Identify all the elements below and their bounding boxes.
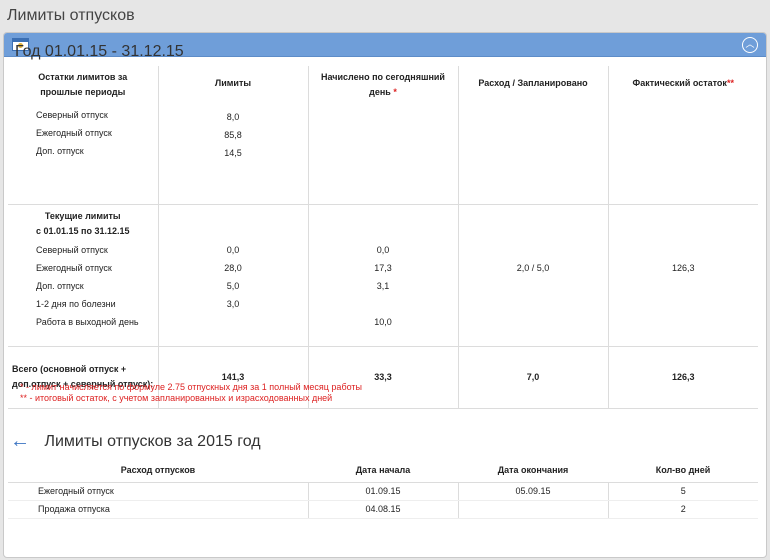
prev-row-limit: 85,8	[224, 130, 242, 140]
footnote-2: ** - итоговый остаток, с учетом запланир…	[20, 393, 333, 403]
header-limits: Лимиты	[214, 78, 252, 88]
current-limits-block: Текущие лимиты с 01.01.15 по 31.12.15 Се…	[8, 204, 759, 347]
vac-days: 2	[608, 500, 758, 519]
header-accrued-text: Начислено по сегодняшний день	[321, 72, 445, 97]
vac-days: 5	[608, 482, 758, 501]
current-row-limit: 3,0	[226, 298, 240, 309]
current-row-accrued: 10,0	[374, 316, 392, 327]
vac-type: Ежегодный отпуск	[8, 482, 309, 501]
current-row-actual	[609, 241, 759, 259]
footnotes: * - лимит начисляется по формуле 2.75 от…	[20, 382, 362, 404]
prev-row-label: Северный отпуск	[36, 110, 108, 120]
section-vacations: ← Лимиты отпусков за 2015 год	[10, 430, 261, 453]
vac-header-type: Расход отпусков	[8, 458, 308, 483]
header-actual-star: **	[726, 78, 734, 88]
current-row-label: Доп. отпуск	[36, 280, 84, 291]
current-row-limit: 28,0	[224, 262, 242, 273]
section-vacations-title: Лимиты отпусков за 2015 год	[44, 433, 261, 450]
year-title: Год 01.01.15 - 31.12.15	[15, 43, 184, 60]
collapse-button[interactable]: ︿	[742, 37, 758, 53]
limits-table: Остатки лимитов за прошлые периоды Север…	[8, 66, 758, 409]
vac-end: 05.09.15	[458, 482, 609, 501]
prev-row-label: Доп. отпуск	[36, 146, 84, 156]
current-row-actual: 126,3	[671, 262, 695, 273]
current-row-label: Ежегодный отпуск	[36, 262, 112, 273]
prev-row-limit: 8,0	[226, 112, 240, 122]
vac-header-end: Дата окончания	[458, 458, 608, 483]
current-row-accrued: 17,3	[374, 262, 392, 273]
vac-header-start: Дата начала	[308, 458, 458, 483]
prev-row-limit: 14,5	[224, 148, 242, 158]
current-row-spent: 2,0 / 5,0	[516, 262, 550, 273]
footnote-1: * - лимит начисляется по формуле 2.75 от…	[20, 382, 362, 392]
vac-end	[458, 500, 609, 519]
total-accrued: 33,3	[374, 372, 392, 382]
table-row: Ежегодный отпуск 01.09.15 05.09.15 5	[8, 482, 758, 501]
total-actual: 126,3	[671, 372, 695, 382]
header-previous-periods: Остатки лимитов за прошлые периоды	[38, 72, 128, 97]
total-label-line1: Всего (основной отпуск +	[12, 364, 127, 374]
current-row-label: Работа в выходной день	[36, 316, 139, 327]
vac-type: Продажа отпуска	[8, 500, 309, 519]
header-accrued-star: *	[393, 87, 397, 97]
current-title-line1: Текущие лимиты	[44, 210, 121, 221]
current-row-accrued	[309, 295, 458, 313]
vac-start: 04.08.15	[308, 500, 459, 519]
current-row-accrued: 3,1	[376, 280, 390, 291]
vacations-header-row: Расход отпусков Дата начала Дата окончан…	[8, 458, 758, 483]
back-arrow-icon[interactable]: ←	[10, 430, 30, 453]
current-row-label: Северный отпуск	[36, 244, 108, 255]
header-spent: Расход / Запланировано	[478, 78, 588, 88]
current-limits-title: Текущие лимиты с 01.01.15 по 31.12.15	[8, 205, 158, 239]
vac-header-days: Кол-во дней	[608, 458, 758, 483]
header-actual: Фактический остаток**	[609, 66, 759, 91]
current-row-limit: 0,0	[226, 244, 240, 255]
page-title: Лимиты отпусков	[7, 7, 135, 24]
current-row-limit	[159, 313, 308, 331]
header-actual-text: Фактический остаток	[632, 78, 727, 88]
current-row-label: 1-2 дня по болезни	[36, 298, 116, 309]
current-title-line2: с 01.01.15 по 31.12.15	[35, 225, 130, 236]
vacations-table: Расход отпусков Дата начала Дата окончан…	[8, 458, 758, 519]
header-accrued: Начислено по сегодняшний день *	[309, 66, 458, 104]
current-row-spent	[459, 241, 608, 259]
current-row-limit: 5,0	[226, 280, 240, 291]
vac-start: 01.09.15	[308, 482, 459, 501]
total-limit: 141,3	[221, 372, 245, 382]
prev-row-label: Ежегодный отпуск	[36, 128, 112, 138]
current-row-accrued: 0,0	[376, 244, 390, 255]
total-spent: 7,0	[526, 372, 540, 382]
previous-periods-block: Остатки лимитов за прошлые периоды Север…	[8, 66, 759, 205]
table-row: Продажа отпуска 04.08.15 2	[8, 500, 758, 519]
